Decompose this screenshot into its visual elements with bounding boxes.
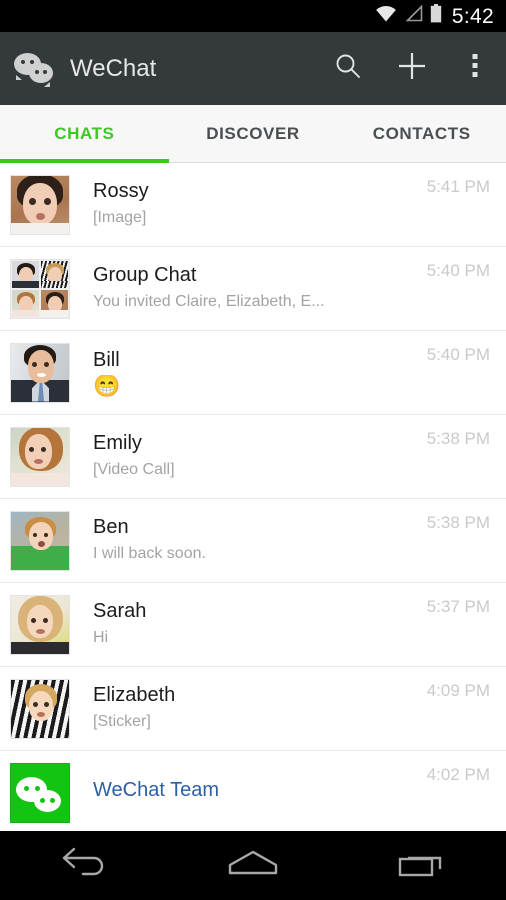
overflow-menu-icon bbox=[471, 52, 479, 85]
recents-icon bbox=[396, 847, 448, 884]
app-bar: WeChat bbox=[0, 32, 506, 105]
search-icon bbox=[333, 51, 363, 86]
chat-item-name: Bill bbox=[93, 348, 120, 371]
status-bar-icons bbox=[375, 4, 442, 28]
chat-list-item[interactable]: Group Chat You invited Claire, Elizabeth… bbox=[0, 247, 506, 331]
back-button[interactable] bbox=[29, 831, 139, 900]
avatar bbox=[10, 678, 70, 739]
home-icon bbox=[226, 848, 280, 883]
chat-item-time: 5:38 PM bbox=[426, 429, 490, 448]
overflow-menu-button[interactable] bbox=[444, 32, 506, 105]
chat-item-text: Sarah Hi bbox=[70, 600, 419, 649]
phone-screen: 5:42 WeChat CHATS DISCOVER CONTACTS Ross… bbox=[0, 0, 506, 900]
chat-item-text: Emily [Video Call] bbox=[70, 432, 419, 481]
chat-item-time: 5:41 PM bbox=[426, 177, 490, 196]
chat-list-item[interactable]: Rossy [Image] 5:41 PM bbox=[0, 163, 506, 247]
avatar bbox=[10, 342, 70, 403]
chat-item-text: WeChat Team bbox=[70, 779, 419, 807]
chat-item-text: Group Chat You invited Claire, Elizabeth… bbox=[70, 264, 419, 313]
chat-item-time: 5:38 PM bbox=[426, 513, 490, 532]
chat-item-message: [Video Call] bbox=[93, 461, 175, 479]
tab-chats-label: CHATS bbox=[54, 123, 115, 143]
add-button[interactable] bbox=[380, 32, 444, 105]
avatar bbox=[10, 510, 70, 571]
status-bar: 5:42 bbox=[0, 0, 506, 32]
chat-list-item[interactable]: Sarah Hi 5:37 PM bbox=[0, 583, 506, 667]
wifi-icon bbox=[375, 5, 397, 27]
avatar bbox=[10, 594, 70, 655]
chat-list[interactable]: Rossy [Image] 5:41 PM Group Chat You inv… bbox=[0, 163, 506, 831]
wechat-logo bbox=[14, 52, 58, 87]
battery-icon bbox=[430, 4, 442, 28]
chat-list-item[interactable]: Elizabeth [Sticker] 4:09 PM bbox=[0, 667, 506, 751]
avatar-group bbox=[10, 258, 70, 319]
tab-discover-label: DISCOVER bbox=[206, 123, 300, 143]
app-title: WeChat bbox=[70, 54, 157, 82]
signal-icon bbox=[404, 4, 423, 27]
search-button[interactable] bbox=[316, 32, 380, 105]
home-button[interactable] bbox=[198, 831, 308, 900]
chat-item-time: 4:09 PM bbox=[426, 681, 490, 700]
chat-item-time: 5:37 PM bbox=[426, 597, 490, 616]
chat-item-text: Rossy [Image] bbox=[70, 180, 419, 229]
tab-bar: CHATS DISCOVER CONTACTS bbox=[0, 105, 506, 163]
chat-item-message: 😁 bbox=[93, 374, 121, 397]
tab-contacts-label: CONTACTS bbox=[372, 123, 471, 143]
tab-discover[interactable]: DISCOVER bbox=[169, 105, 338, 162]
chat-item-text: Elizabeth [Sticker] bbox=[70, 684, 419, 733]
avatar-wechat-team bbox=[10, 762, 70, 823]
chat-item-message: I will back soon. bbox=[93, 545, 206, 563]
chat-item-time: 5:40 PM bbox=[426, 345, 490, 364]
back-icon bbox=[58, 846, 110, 885]
avatar bbox=[10, 426, 70, 487]
chat-item-time: 4:02 PM bbox=[426, 765, 490, 784]
status-bar-clock: 5:42 bbox=[451, 4, 494, 28]
tab-contacts[interactable]: CONTACTS bbox=[337, 105, 506, 162]
chat-item-text: Ben I will back soon. bbox=[70, 516, 419, 565]
chat-item-name: Sarah bbox=[93, 600, 147, 623]
chat-item-name: Emily bbox=[93, 432, 142, 455]
chat-list-item[interactable]: Bill 😁 5:40 PM bbox=[0, 331, 506, 415]
chat-item-name: Rossy bbox=[93, 180, 149, 203]
chat-item-message: [Image] bbox=[93, 209, 147, 227]
chat-item-name: Group Chat bbox=[93, 264, 197, 287]
tab-chats[interactable]: CHATS bbox=[0, 105, 169, 163]
chat-list-item[interactable]: Ben I will back soon. 5:38 PM bbox=[0, 499, 506, 583]
chat-item-message: Hi bbox=[93, 629, 109, 647]
chat-item-name: Elizabeth bbox=[93, 684, 176, 707]
chat-item-text: Bill 😁 bbox=[70, 349, 419, 397]
chat-item-message: You invited Claire, Elizabeth, E... bbox=[93, 293, 325, 311]
chat-item-name: WeChat Team bbox=[93, 778, 219, 801]
chat-item-time: 5:40 PM bbox=[426, 261, 490, 280]
plus-icon bbox=[396, 50, 428, 87]
android-navigation-bar bbox=[0, 831, 506, 900]
chat-list-item[interactable]: Emily [Video Call] 5:38 PM bbox=[0, 415, 506, 499]
avatar bbox=[10, 174, 70, 235]
chat-item-message: [Sticker] bbox=[93, 713, 151, 731]
chat-list-item[interactable]: WeChat Team 4:02 PM bbox=[0, 751, 506, 831]
recents-button[interactable] bbox=[367, 831, 477, 900]
chat-item-name: Ben bbox=[93, 516, 129, 539]
